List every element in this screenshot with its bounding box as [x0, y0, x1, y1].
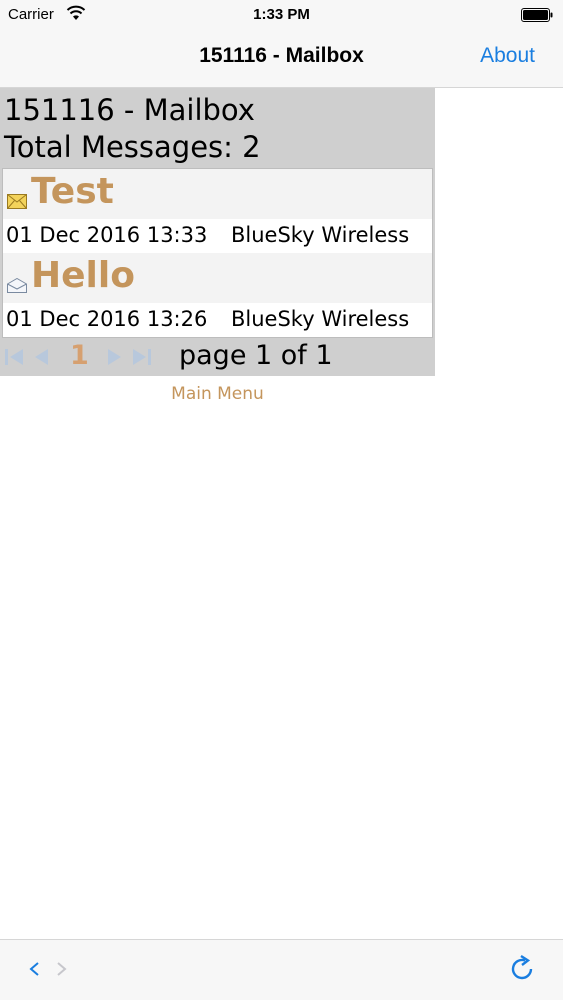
navigation-bar: 151116 - Mailbox About: [0, 30, 563, 88]
total-messages: Total Messages: 2: [4, 130, 261, 164]
first-page-icon[interactable]: [4, 347, 26, 367]
message-sender: BlueSky Wireless: [231, 307, 410, 331]
refresh-icon[interactable]: [507, 954, 537, 984]
message-row[interactable]: Test: [3, 169, 432, 219]
page-indicator: page 1 of 1: [179, 340, 333, 371]
current-page: 1: [70, 340, 89, 371]
previous-page-icon[interactable]: [30, 347, 52, 367]
chevron-left-icon[interactable]: [26, 958, 42, 980]
next-page-icon[interactable]: [104, 347, 126, 367]
last-page-icon[interactable]: [130, 347, 152, 367]
envelope-read-icon: [7, 278, 27, 293]
pager: 1 page 1 of 1: [0, 338, 435, 376]
message-row[interactable]: Hello: [3, 253, 432, 303]
message-list: Test 01 Dec 2016 13:33 BlueSky Wireless …: [2, 168, 433, 338]
nav-title: 151116 - Mailbox: [199, 44, 364, 67]
message-subject[interactable]: Test: [31, 171, 114, 212]
message-sender: BlueSky Wireless: [231, 223, 410, 247]
mailbox-panel: 151116 - Mailbox Total Messages: 2 Test …: [0, 88, 435, 376]
message-date: 01 Dec 2016 13:26: [6, 307, 208, 331]
bottom-toolbar: [0, 939, 563, 1000]
message-subject[interactable]: Hello: [31, 255, 135, 296]
message-meta: 01 Dec 2016 13:26 BlueSky Wireless: [3, 303, 432, 337]
main-menu-link[interactable]: Main Menu: [0, 384, 435, 404]
mailbox-title: 151116 - Mailbox: [4, 93, 255, 127]
envelope-unread-icon: [7, 194, 27, 209]
message-meta: 01 Dec 2016 13:33 BlueSky Wireless: [3, 219, 432, 253]
status-bar: Carrier 1:33 PM: [0, 0, 563, 30]
status-time: 1:33 PM: [253, 6, 310, 23]
battery-icon: [521, 8, 553, 22]
message-date: 01 Dec 2016 13:33: [6, 223, 208, 247]
about-button[interactable]: About: [480, 44, 535, 68]
chevron-right-icon[interactable]: [54, 958, 70, 980]
